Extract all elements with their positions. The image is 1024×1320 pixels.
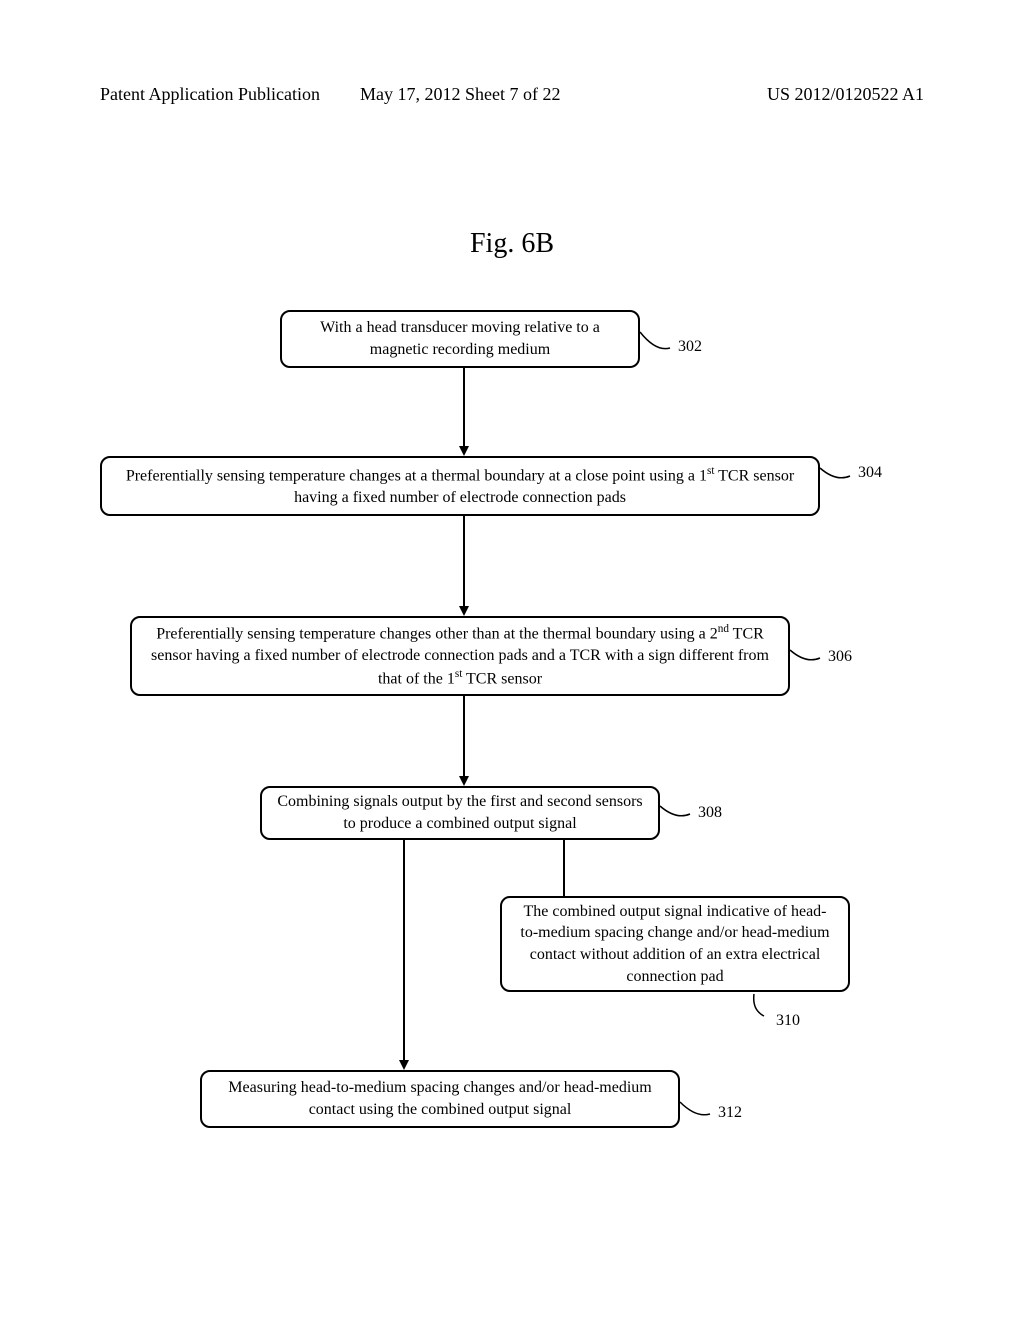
step-312: Measuring head-to-medium spacing changes… — [200, 1070, 680, 1128]
ref-302: 302 — [678, 338, 702, 356]
step-308-text: Combining signals output by the first an… — [276, 791, 644, 834]
figure-title: Fig. 6B — [0, 228, 1024, 260]
header-pubnum: US 2012/0120522 A1 — [767, 84, 924, 105]
leader-308 — [658, 798, 698, 826]
arrow-304-306 — [456, 516, 472, 616]
ref-312: 312 — [718, 1104, 742, 1122]
step-306-sup: nd — [718, 623, 729, 635]
step-302-text: With a head transducer moving relative t… — [296, 317, 624, 360]
leader-304 — [818, 460, 858, 488]
note-310-text: The combined output signal indicative of… — [516, 901, 834, 987]
step-306-pre: Preferentially sensing temperature chang… — [156, 626, 718, 643]
leader-310 — [750, 992, 776, 1022]
step-306-text: Preferentially sensing temperature chang… — [146, 622, 774, 689]
flowchart: With a head transducer moving relative t… — [0, 300, 1024, 1240]
leader-302 — [638, 330, 678, 358]
leader-306 — [788, 642, 828, 670]
step-304: Preferentially sensing temperature chang… — [100, 456, 820, 516]
step-302: With a head transducer moving relative t… — [280, 310, 640, 368]
header-publication: Patent Application Publication — [100, 84, 320, 105]
ref-308: 308 — [698, 804, 722, 822]
note-310: The combined output signal indicative of… — [500, 896, 850, 992]
arrow-306-308 — [456, 696, 472, 786]
ref-304: 304 — [858, 464, 882, 482]
step-304-pre: Preferentially sensing temperature chang… — [126, 467, 707, 484]
ref-310: 310 — [776, 1012, 800, 1030]
step-306: Preferentially sensing temperature chang… — [130, 616, 790, 696]
header-date-sheet: May 17, 2012 Sheet 7 of 22 — [360, 84, 560, 105]
step-306-post2: TCR sensor — [462, 670, 542, 687]
connector-308-310 — [556, 840, 572, 896]
step-308: Combining signals output by the first an… — [260, 786, 660, 840]
leader-312 — [678, 1096, 718, 1124]
ref-306: 306 — [828, 648, 852, 666]
step-312-text: Measuring head-to-medium spacing changes… — [216, 1077, 664, 1120]
step-304-text: Preferentially sensing temperature chang… — [116, 464, 804, 509]
arrow-302-304 — [456, 368, 472, 456]
arrow-308-312 — [396, 840, 412, 1070]
